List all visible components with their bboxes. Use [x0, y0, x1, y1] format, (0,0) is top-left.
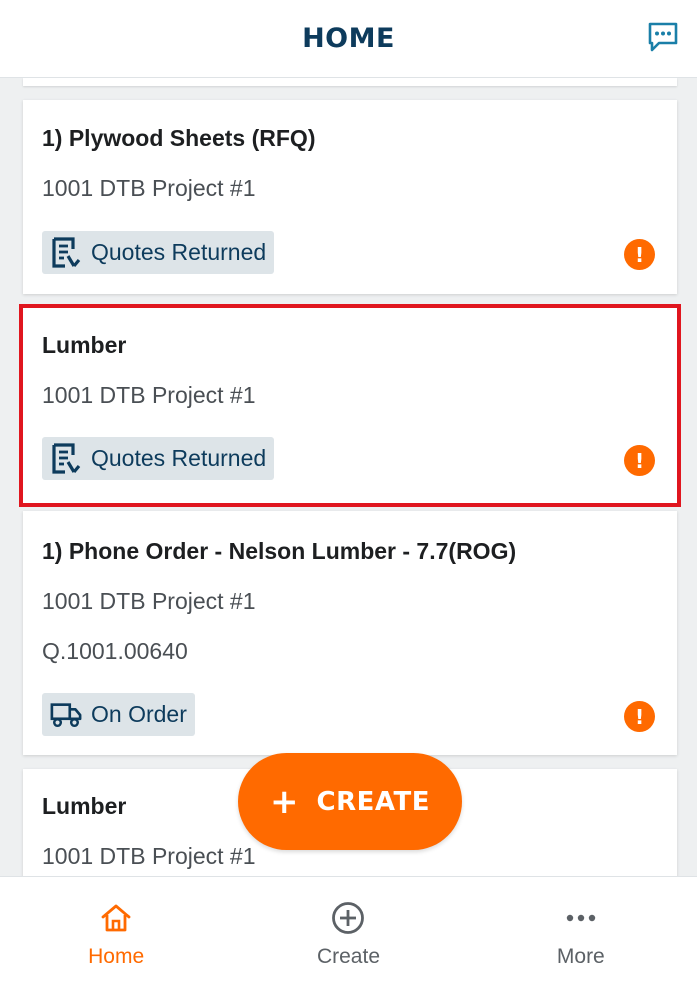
plus-icon: + [270, 781, 299, 822]
card-title: 1) Plywood Sheets (RFQ) [42, 125, 316, 151]
alert-icon: ! [624, 445, 655, 476]
list-item-highlighted[interactable]: Lumber 1001 DTB Project #1 Quotes Return… [19, 304, 681, 507]
quote-document-icon [50, 442, 82, 475]
status-badge: Quotes Returned [42, 437, 275, 480]
nav-label: Create [316, 945, 380, 968]
status-label: Quotes Returned [91, 445, 267, 471]
card-project: 1001 DTB Project #1 [42, 175, 256, 201]
create-button[interactable]: + CREATE [238, 753, 462, 850]
card-project: 1001 DTB Project #1 [42, 588, 256, 614]
status-label: Quotes Returned [91, 239, 267, 265]
card-project: 1001 DTB Project #1 [42, 843, 256, 869]
top-header: HOME [0, 0, 697, 78]
list-item-partial[interactable] [23, 78, 677, 86]
card-title: Lumber [42, 793, 127, 819]
list-item[interactable]: 1) Plywood Sheets (RFQ) 1001 DTB Project… [23, 100, 677, 294]
nav-label: Home [88, 945, 145, 968]
nav-item-more[interactable]: More [465, 877, 697, 985]
nav-item-home[interactable]: Home [0, 877, 232, 985]
bottom-nav: Home Create More [0, 876, 697, 985]
app-root: HOME 1) Plywood Sheets (RFQ) 1001 DTB Pr… [0, 0, 697, 985]
card-project: 1001 DTB Project #1 [42, 382, 256, 408]
status-badge: Quotes Returned [42, 231, 275, 274]
home-icon [98, 900, 134, 936]
page-title: HOME [302, 23, 395, 54]
card-title: Lumber [42, 332, 127, 358]
status-label: On Order [91, 701, 187, 727]
status-badge: On Order [42, 693, 195, 736]
truck-icon [50, 699, 82, 731]
nav-item-create[interactable]: Create [232, 877, 464, 985]
card-title: 1) Phone Order - Nelson Lumber - 7.7(ROG… [42, 538, 517, 564]
plus-circle-icon [330, 900, 366, 936]
card-reference: Q.1001.00640 [42, 638, 188, 664]
alert-icon: ! [624, 239, 655, 270]
create-button-label: CREATE [316, 786, 430, 817]
alert-icon: ! [624, 701, 655, 732]
quote-document-icon [50, 236, 82, 269]
chat-bubble-icon[interactable] [646, 20, 680, 54]
nav-label: More [556, 945, 605, 968]
list-item[interactable]: 1) Phone Order - Nelson Lumber - 7.7(ROG… [23, 511, 677, 755]
more-dots-icon [563, 900, 599, 936]
